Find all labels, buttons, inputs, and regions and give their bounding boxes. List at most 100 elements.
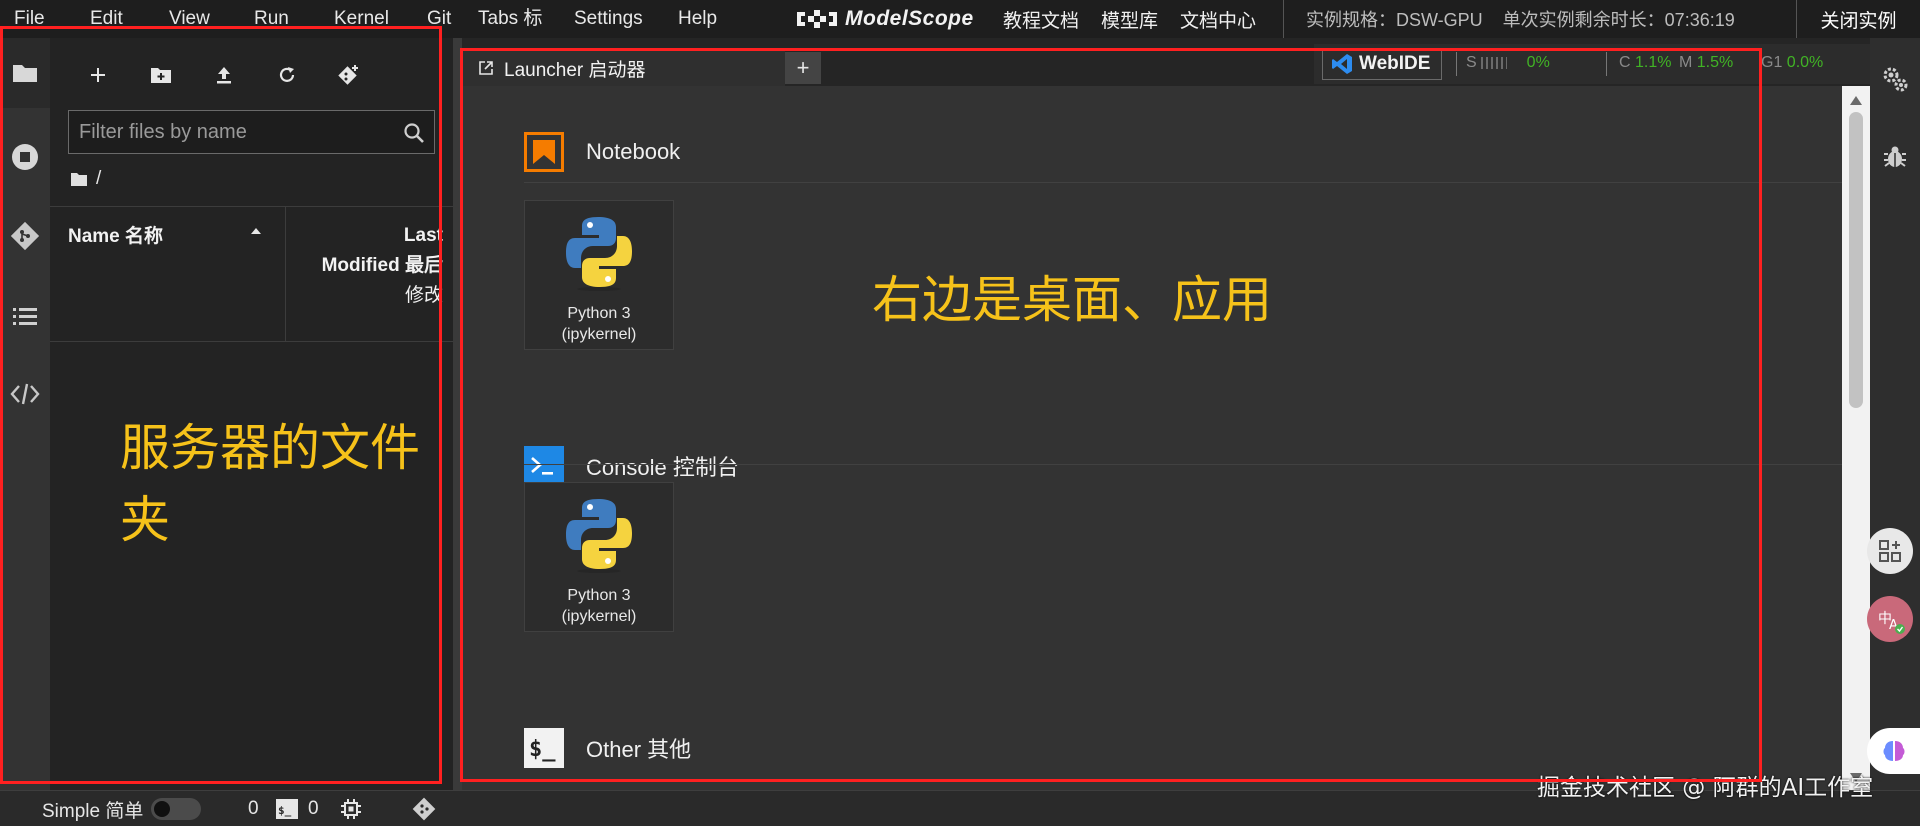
simple-mode-switch[interactable]: Simple 简单 <box>42 791 202 826</box>
menu-kernel[interactable]: Kernel <box>334 0 389 38</box>
cpu-chip-icon <box>341 799 361 819</box>
column-name-header[interactable]: Name 名称 <box>50 207 286 341</box>
simple-mode-toggle[interactable] <box>151 798 202 820</box>
menu-settings[interactable]: Settings <box>574 0 643 38</box>
link-doc-center[interactable]: 文档中心 <box>1180 6 1256 33</box>
menu-tabs[interactable]: Tabs 标 <box>478 0 542 38</box>
metric-memory-label: M <box>1679 54 1693 71</box>
storage-bar <box>1480 56 1507 69</box>
search-icon[interactable] <box>402 121 426 145</box>
column-modified-header[interactable]: Last Modified 最后 修改 <box>287 207 453 341</box>
menu-view[interactable]: View <box>169 0 210 38</box>
instance-spec: 实例规格：DSW-GPU <box>1306 10 1483 30</box>
code-snippets-tab[interactable] <box>0 359 50 429</box>
section-other-title: Other 其他 <box>586 737 692 762</box>
svg-text:$_: $_ <box>278 804 292 817</box>
section-console-header: Console 控制台 <box>524 446 739 486</box>
notebook-python3-card[interactable]: Python 3 (ipykernel) <box>524 200 674 350</box>
table-of-contents-tab[interactable] <box>0 281 50 351</box>
column-modified-line1: Last <box>403 225 443 246</box>
scroll-up-arrow-icon[interactable] <box>1849 94 1863 106</box>
svg-text:$_: $_ <box>529 737 556 762</box>
file-list-header: Name 名称 Last Modified 最后 修改 <box>50 206 453 342</box>
tab-bar: Launcher 启动器 + WebIDE S 0% C 1.1% M 1.5% … <box>462 38 1870 86</box>
kernel-activity-status[interactable] <box>340 791 362 826</box>
top-menu-bar: File Edit View Run Kernel Git Tabs 标 Set… <box>0 0 1920 38</box>
left-activity-bar <box>0 38 50 790</box>
plus-icon <box>91 68 105 82</box>
new-tab-button[interactable]: + <box>785 52 821 84</box>
terminals-status[interactable]: $_ 0 <box>276 791 319 826</box>
notebook-icon <box>524 132 564 172</box>
property-inspector-button[interactable] <box>1870 54 1920 104</box>
home-folder-icon[interactable] <box>70 172 88 187</box>
breadcrumb-path[interactable]: / <box>96 168 101 190</box>
menu-help[interactable]: Help <box>678 0 717 38</box>
console-icon <box>524 446 564 486</box>
git-status[interactable] <box>412 791 436 826</box>
ai-assistant-floating-button[interactable] <box>1867 728 1920 774</box>
webide-label: WebIDE <box>1359 53 1431 74</box>
column-modified-line3: 修改 <box>404 285 443 306</box>
file-browser-tab[interactable] <box>0 38 50 108</box>
webide-button[interactable]: WebIDE <box>1322 48 1442 80</box>
upload-button[interactable] <box>207 58 241 92</box>
git-tab[interactable] <box>0 201 50 271</box>
file-browser-toolbar <box>50 38 453 108</box>
launcher-icon <box>479 61 493 75</box>
metric-gpu-label: G1 <box>1761 54 1783 71</box>
new-folder-icon <box>151 68 171 83</box>
main-work-area: Launcher 启动器 + WebIDE S 0% C 1.1% M 1.5% … <box>462 38 1870 790</box>
section-divider <box>524 182 1852 183</box>
stop-circle-icon <box>12 144 38 170</box>
close-instance-button[interactable]: 关闭实例 <box>1796 0 1920 38</box>
git-icon <box>412 797 436 821</box>
annotation-desktop-apps: 右边是桌面、应用 <box>872 271 1272 329</box>
kernels-status[interactable]: 0 <box>248 791 259 826</box>
resource-monitor: WebIDE S 0% C 1.1% M 1.5% G1 0.0% <box>1314 44 1870 84</box>
apps-add-icon <box>1879 540 1901 562</box>
vscode-icon <box>1332 54 1352 74</box>
new-folder-button[interactable] <box>144 58 178 92</box>
metric-storage: S 0% <box>1466 54 1550 72</box>
section-console-title: Console 控制台 <box>586 455 739 480</box>
menu-file[interactable]: File <box>14 0 45 38</box>
metric-storage-value: 0% <box>1526 54 1550 71</box>
link-model-library[interactable]: 模型库 <box>1101 6 1158 33</box>
console-card-line2: (ipykernel) <box>561 608 637 625</box>
translate-floating-button[interactable]: 中A <box>1867 596 1913 642</box>
debugger-button[interactable] <box>1870 132 1920 182</box>
running-sessions-tab[interactable] <box>0 122 50 192</box>
console-card-label: Python 3 (ipykernel) <box>525 585 673 627</box>
refresh-button[interactable] <box>270 58 304 92</box>
column-name-label: Name 名称 <box>68 226 164 247</box>
notebook-card-line1: Python 3 <box>567 305 631 322</box>
modelscope-brand[interactable]: ModelScope <box>795 0 974 38</box>
git-clone-button[interactable] <box>332 58 366 92</box>
console-card-line1: Python 3 <box>567 587 631 604</box>
launcher-scrollbar-thumb[interactable] <box>1849 112 1863 408</box>
tab-launcher[interactable]: Launcher 启动器 <box>462 50 785 86</box>
section-notebook-title: Notebook <box>586 139 681 164</box>
instance-info: 实例规格：DSW-GPU 单次实例剩余时长：07:36:19 <box>1283 0 1735 38</box>
list-icon <box>13 308 37 325</box>
panel-resize-handle[interactable] <box>453 38 462 790</box>
simple-mode-label: Simple 简单 <box>42 800 144 822</box>
new-launcher-button[interactable] <box>81 58 115 92</box>
app-grid-floating-button[interactable] <box>1867 528 1913 574</box>
notebook-card-label: Python 3 (ipykernel) <box>525 303 673 345</box>
python-logo-icon <box>566 499 632 573</box>
link-tutorials[interactable]: 教程文档 <box>1003 6 1079 33</box>
column-modified-label: Last Modified 最后 修改 <box>293 221 443 311</box>
separator <box>1606 52 1607 76</box>
filter-files-input[interactable] <box>79 111 389 153</box>
menu-git[interactable]: Git <box>427 0 451 38</box>
section-notebook-header: Notebook <box>524 132 680 172</box>
gears-icon <box>1883 67 1908 92</box>
column-modified-line2: Modified 最后 <box>321 255 443 276</box>
git-icon <box>10 221 40 251</box>
menu-edit[interactable]: Edit <box>90 0 123 38</box>
console-python3-card[interactable]: Python 3 (ipykernel) <box>524 482 674 632</box>
metric-storage-label: S <box>1466 54 1477 71</box>
menu-run[interactable]: Run <box>254 0 289 38</box>
